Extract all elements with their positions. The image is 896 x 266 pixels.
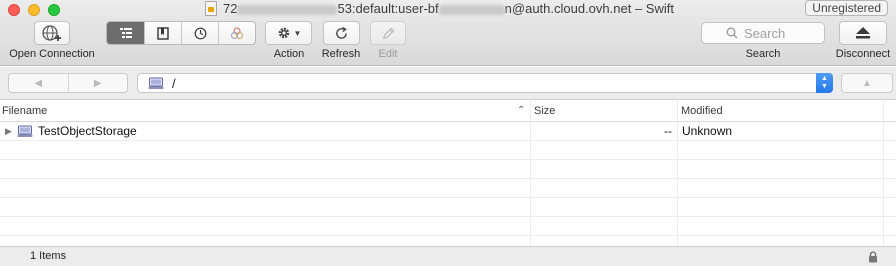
document-icon bbox=[205, 1, 217, 16]
refresh-icon bbox=[336, 26, 347, 39]
bookmarks-icon bbox=[157, 26, 169, 40]
table-header: Filename ⌃ Size Modified bbox=[0, 101, 896, 122]
chevron-down-icon: ▼ bbox=[293, 28, 302, 38]
column-header-modified[interactable]: Modified bbox=[681, 101, 723, 121]
edit-label: Edit bbox=[378, 48, 398, 60]
bookmarks-segment[interactable] bbox=[144, 22, 181, 44]
empty-row bbox=[0, 141, 896, 160]
status-bar: 1 Items bbox=[0, 246, 896, 266]
path-popup-arrows-icon[interactable]: ▲ ▼ bbox=[816, 73, 833, 93]
zoom-window-button[interactable] bbox=[48, 4, 60, 16]
unregistered-badge[interactable]: Unregistered bbox=[805, 0, 888, 16]
search-input[interactable] bbox=[744, 25, 800, 41]
refresh-label: Refresh bbox=[321, 48, 361, 60]
empty-row bbox=[0, 179, 896, 198]
open-connection-button[interactable] bbox=[34, 21, 70, 45]
pencil-icon bbox=[382, 27, 394, 39]
empty-row bbox=[0, 198, 896, 217]
table-row[interactable]: ▶ TestObjectStorage -- Unknown bbox=[0, 122, 896, 141]
bonjour-icon bbox=[230, 26, 244, 39]
server-icon bbox=[148, 77, 164, 89]
outline-view-icon bbox=[119, 28, 132, 38]
path-selector[interactable]: / ▲ ▼ bbox=[137, 73, 833, 93]
path-value: / bbox=[172, 75, 176, 91]
row-modified: Unknown bbox=[682, 124, 733, 138]
up-arrow-icon: ▲ bbox=[862, 77, 872, 89]
search-icon bbox=[726, 27, 738, 39]
back-arrow-icon: ◀ bbox=[34, 77, 43, 89]
action-menu-button[interactable]: ▼ bbox=[265, 21, 312, 45]
empty-row bbox=[0, 217, 896, 236]
minimize-window-button[interactable] bbox=[28, 4, 40, 16]
history-segment[interactable] bbox=[181, 22, 218, 44]
row-filename: TestObjectStorage bbox=[38, 124, 137, 138]
bonjour-segment[interactable] bbox=[218, 22, 255, 44]
redacted-text bbox=[438, 4, 505, 15]
title-prefix: 72 bbox=[223, 1, 238, 16]
eject-icon bbox=[856, 27, 870, 39]
file-browser-table[interactable]: Filename ⌃ Size Modified ▶ TestObjectSto… bbox=[0, 101, 896, 246]
back-button[interactable]: ◀ bbox=[9, 74, 68, 92]
edit-button[interactable] bbox=[370, 21, 406, 45]
search-label: Search bbox=[745, 48, 781, 60]
container-icon bbox=[17, 125, 33, 138]
row-size: -- bbox=[664, 124, 672, 138]
gear-icon bbox=[278, 27, 289, 39]
title-middle: 53:default:user-bf bbox=[337, 1, 439, 16]
redacted-text bbox=[237, 4, 338, 15]
window-toolbar: 72 53:default:user-bf n@auth.cloud.ovh.net… bbox=[0, 0, 896, 66]
disconnect-button[interactable] bbox=[839, 21, 887, 45]
back-forward-control[interactable]: ◀ ▶ bbox=[8, 73, 128, 93]
disclosure-triangle-icon[interactable]: ▶ bbox=[5, 122, 12, 141]
empty-row bbox=[0, 160, 896, 179]
items-count: 1 Items bbox=[30, 250, 67, 262]
forward-button[interactable]: ▶ bbox=[67, 74, 128, 92]
search-field[interactable] bbox=[701, 22, 825, 44]
column-header-size[interactable]: Size bbox=[534, 101, 555, 121]
lock-icon[interactable] bbox=[868, 251, 878, 263]
history-icon bbox=[194, 27, 206, 39]
refresh-button[interactable] bbox=[323, 21, 360, 45]
outline-view-segment[interactable] bbox=[107, 22, 144, 44]
window-title: 72 53:default:user-bf n@auth.cloud.ovh.net… bbox=[205, 1, 674, 16]
window-controls bbox=[8, 4, 60, 16]
parent-directory-button[interactable]: ▲ bbox=[841, 73, 893, 93]
sort-ascending-icon: ⌃ bbox=[517, 105, 526, 116]
forward-arrow-icon: ▶ bbox=[93, 77, 102, 89]
globe-plus-icon bbox=[42, 25, 61, 41]
column-header-filename[interactable]: Filename bbox=[2, 101, 47, 121]
view-mode-segmented-control[interactable] bbox=[106, 21, 256, 45]
disconnect-label: Disconnect bbox=[835, 48, 891, 60]
open-connection-label: Open Connection bbox=[9, 48, 95, 60]
title-suffix: n@auth.cloud.ovh.net – Swift bbox=[504, 1, 674, 16]
close-window-button[interactable] bbox=[8, 4, 20, 16]
navigation-bar: ◀ ▶ / ▲ ▼ ▲ bbox=[0, 67, 896, 100]
action-label: Action bbox=[273, 48, 305, 60]
